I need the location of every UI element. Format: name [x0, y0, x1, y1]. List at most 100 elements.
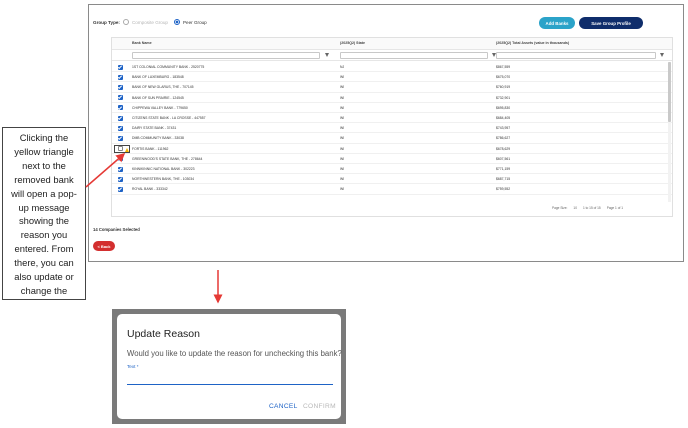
state-cell: WI: [340, 177, 345, 182]
instruction-callout: Clicking the yellow triangle next to the…: [2, 127, 86, 300]
filter-row: [112, 50, 672, 61]
bank-name-cell: GREENWOOD'S STATE BANK, THE - 278644: [132, 156, 203, 161]
table-row[interactable]: DAIRY STATE BANK - 37431 WI $743,957: [112, 123, 672, 134]
column-header-state[interactable]: (2025Q2) State: [340, 41, 365, 45]
update-reason-dialog: Update Reason Would you like to update t…: [117, 314, 342, 419]
state-cell: WI: [340, 156, 345, 161]
screenshot-stage: Group Type: Composite Group Peer Group A…: [0, 0, 688, 428]
bank-name-cell: BANK OF SUN PRAIRIE - 124545: [132, 95, 184, 100]
save-group-profile-button[interactable]: Save Group Profile: [579, 17, 643, 29]
bank-name-cell: KINNIKINNIC NATIONAL BANK - 302223: [132, 167, 195, 171]
bank-name-cell: BANK OF NEW GLARUS, THE - 707145: [132, 85, 194, 90]
radio-peer-group[interactable]: [173, 19, 180, 25]
bank-name-cell: BANK OF LUXEMBURG - 183548: [132, 75, 184, 80]
dialog-message: Would you like to update the reason for …: [127, 349, 342, 358]
group-type-label: Group Type:: [93, 19, 120, 25]
row-range: 1 to 15 of 15: [582, 206, 601, 210]
state-cell: WI: [340, 95, 345, 100]
bank-name-cell: ROYAL BANK - 333342: [132, 187, 168, 192]
row-checkbox[interactable]: [118, 166, 123, 172]
bank-name-cell: FORTIS BANK - 111962: [132, 146, 169, 151]
confirm-button[interactable]: CONFIRM: [303, 403, 336, 410]
total-assets-cell: $684,405: [496, 116, 511, 120]
total-assets-cell: $743,957: [496, 126, 511, 131]
page-size-select[interactable]: 10: [573, 206, 577, 210]
peer-group-label: Peer Group: [182, 19, 207, 25]
row-checkbox[interactable]: [118, 105, 123, 111]
page-size-label: Page Size:: [552, 206, 568, 210]
state-cell: WI: [340, 116, 345, 120]
bank-name-cell: CHIPPEWA VALLEY BANK - 779650: [132, 105, 188, 110]
row-checkbox[interactable]: [118, 186, 123, 192]
table-row[interactable]: BANK OF NEW GLARUS, THE - 707145 WI $760,9…: [112, 82, 672, 93]
column-header-bank-name[interactable]: Bank Name: [132, 41, 152, 45]
composite-group-label: Composite Group: [131, 19, 168, 25]
scrollbar-thumb[interactable]: [668, 62, 671, 122]
table-row[interactable]: CHIPPEWA VALLEY BANK - 779650 WI $695,830: [112, 103, 672, 113]
row-checkbox[interactable]: [118, 135, 123, 141]
grid-pager: Page Size: 10 1 to 15 of 15 Page 1 of 1: [552, 206, 623, 210]
bank-name-cell: DAIRY STATE BANK - 37431: [132, 126, 177, 131]
grid-header: Bank Name (2025Q2) State (2025Q2) Total …: [112, 38, 672, 50]
state-cell: WI: [340, 146, 345, 151]
table-row[interactable]: BANK OF SUN PRAIRIE - 124545 WI $732,901: [112, 93, 672, 103]
table-row[interactable]: BANK OF LUXEMBURG - 183548 WI $675,070: [112, 72, 672, 83]
state-cell: WI: [340, 126, 345, 131]
total-assets-cell: $759,552: [496, 187, 511, 192]
banks-grid: Bank Name (2025Q2) State (2025Q2) Total …: [111, 37, 673, 217]
state-filter-input[interactable]: [340, 52, 488, 59]
total-assets-cell: $695,830: [496, 105, 511, 110]
bank-name-cell: CITIZENS STATE BANK - LA CROSSE - 447557: [132, 116, 206, 120]
total-assets-cell: $678,629: [496, 146, 511, 151]
warning-triangle-icon[interactable]: [125, 147, 129, 152]
state-cell: WI: [340, 75, 345, 80]
row-checkbox[interactable]: [118, 146, 123, 152]
row-checkbox[interactable]: [118, 125, 123, 131]
page-indicator: Page 1 of 1: [606, 206, 624, 210]
table-row[interactable]: 1ST COLONIAL COMMUNITY BANK - 2520775 NJ $…: [112, 62, 672, 73]
row-checkbox[interactable]: [118, 156, 123, 162]
total-assets-cell: $771,159: [496, 167, 511, 171]
filter-icon[interactable]: [325, 53, 329, 57]
state-cell: WI: [340, 167, 345, 171]
back-button[interactable]: < Back: [93, 241, 115, 251]
total-assets-cell: $675,070: [496, 75, 511, 80]
table-row[interactable]: KINNIKINNIC NATIONAL BANK - 302223 WI $771…: [112, 164, 672, 175]
table-row[interactable]: ROYAL BANK - 333342 WI $759,552: [112, 184, 672, 195]
table-row[interactable]: CITIZENS STATE BANK - LA CROSSE - 447557…: [112, 113, 672, 124]
total-assets-cell: $786,627: [496, 136, 511, 141]
filter-icon[interactable]: [660, 53, 664, 57]
state-cell: WI: [340, 85, 345, 90]
total-assets-cell: $687,715: [496, 177, 511, 182]
update-reason-dialog-frame: Update Reason Would you like to update t…: [112, 309, 346, 424]
table-row[interactable]: DMB COMMUNITY BANK - 33038 WI $786,627: [112, 133, 672, 144]
table-row[interactable]: NORTHWESTERN BANK, THE - 103034 WI $687,71…: [112, 174, 672, 185]
state-cell: NJ: [340, 65, 345, 69]
dialog-title: Update Reason: [127, 328, 200, 340]
total-assets-filter-input[interactable]: [496, 52, 656, 59]
row-checkbox[interactable]: [118, 176, 123, 182]
table-row[interactable]: GREENWOOD'S STATE BANK, THE - 278644 WI $6…: [112, 154, 672, 164]
state-cell: WI: [340, 136, 345, 141]
total-assets-cell: $867,559: [496, 65, 511, 69]
group-type-selector: Group Type: Composite Group Peer Group: [93, 19, 207, 25]
bank-name-filter-input[interactable]: [132, 52, 320, 59]
state-cell: WI: [340, 187, 345, 192]
add-banks-button[interactable]: Add Banks: [539, 17, 575, 29]
row-checkbox[interactable]: [118, 95, 123, 101]
total-assets-cell: $607,561: [496, 156, 511, 161]
companies-selected-count: 14 Companies Selected: [93, 227, 140, 232]
row-checkbox[interactable]: [118, 74, 123, 80]
column-header-total-assets[interactable]: (2025Q2) Total Assets (value in thousand…: [496, 41, 569, 45]
bank-name-cell: DMB COMMUNITY BANK - 33038: [132, 136, 184, 141]
total-assets-cell: $732,901: [496, 95, 511, 100]
row-checkbox[interactable]: [118, 64, 123, 70]
table-row[interactable]: FORTIS BANK - 111962 WI $678,629: [112, 144, 672, 154]
peer-group-panel: Group Type: Composite Group Peer Group A…: [88, 4, 684, 262]
grid-scrollbar[interactable]: [668, 62, 671, 202]
row-checkbox[interactable]: [118, 84, 123, 90]
radio-composite-group[interactable]: [122, 19, 129, 25]
row-checkbox[interactable]: [118, 115, 123, 121]
reason-text-input[interactable]: [127, 371, 333, 385]
cancel-button[interactable]: CANCEL: [269, 403, 298, 410]
